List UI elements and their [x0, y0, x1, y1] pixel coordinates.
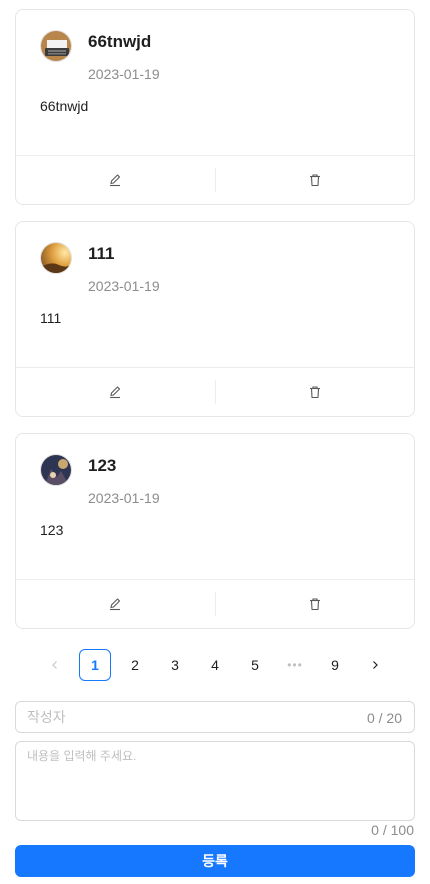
delete-icon — [309, 386, 320, 399]
night-scene-avatar-icon — [41, 455, 71, 485]
submit-button[interactable]: 등록 — [15, 845, 415, 877]
avatar — [40, 242, 72, 274]
content-field — [15, 741, 415, 821]
page-3-button[interactable]: 3 — [159, 649, 191, 681]
comment-author: 123 — [88, 456, 117, 475]
next-page-button[interactable] — [359, 649, 391, 681]
comment-date: 2023-01-19 — [88, 278, 160, 294]
page-1-button[interactable]: 1 — [79, 649, 111, 681]
edit-icon — [110, 386, 121, 399]
delete-icon — [309, 174, 320, 187]
edit-button[interactable] — [16, 156, 215, 204]
comment-card: 111 2023-01-19 111 — [15, 221, 415, 417]
chevron-left-icon — [52, 661, 57, 669]
content-textarea[interactable] — [16, 742, 414, 820]
pagination: 1 2 3 4 5 ••• 9 — [0, 649, 430, 681]
comment-date: 2023-01-19 — [88, 490, 160, 506]
page-5-button[interactable]: 5 — [239, 649, 271, 681]
comment-card: 66tnwjd 2023-01-19 66tnwjd — [15, 9, 415, 205]
comment-content: 66tnwjd — [40, 98, 89, 114]
comment-actions — [16, 367, 414, 416]
comment-card: 123 2023-01-19 123 — [15, 433, 415, 629]
comment-author: 66tnwjd — [88, 32, 152, 51]
page-9-button[interactable]: 9 — [319, 649, 351, 681]
comment-date: 2023-01-19 — [88, 66, 160, 82]
jump-next-button[interactable]: ••• — [279, 649, 311, 681]
edit-icon — [110, 598, 121, 611]
chevron-right-icon — [373, 661, 378, 669]
delete-button[interactable] — [214, 168, 415, 192]
delete-button[interactable] — [214, 380, 415, 404]
comment-actions — [16, 155, 414, 204]
writer-field: 0 / 20 — [15, 701, 415, 733]
content-count: 0 / 100 — [371, 822, 414, 838]
edit-button[interactable] — [16, 580, 215, 628]
prev-page-button[interactable] — [39, 649, 71, 681]
page-2-button[interactable]: 2 — [119, 649, 151, 681]
delete-button[interactable] — [214, 592, 415, 616]
page-4-button[interactable]: 4 — [199, 649, 231, 681]
avatar — [40, 454, 72, 486]
comment-content: 123 — [40, 522, 64, 538]
comment-actions — [16, 579, 414, 628]
sunset-avatar-icon — [41, 243, 71, 273]
writer-input[interactable] — [27, 702, 327, 732]
delete-icon — [309, 598, 320, 611]
comment-content: 111 — [40, 310, 62, 326]
avatar — [40, 30, 72, 62]
writer-count: 0 / 20 — [366, 710, 402, 726]
typewriter-avatar-icon — [41, 31, 71, 61]
comment-header: 111 2023-01-19 — [40, 242, 390, 302]
edit-button[interactable] — [16, 368, 215, 416]
comment-header: 123 2023-01-19 — [40, 454, 390, 514]
edit-icon — [110, 174, 121, 187]
comment-author: 111 — [88, 244, 115, 263]
comment-header: 66tnwjd 2023-01-19 — [40, 30, 390, 90]
